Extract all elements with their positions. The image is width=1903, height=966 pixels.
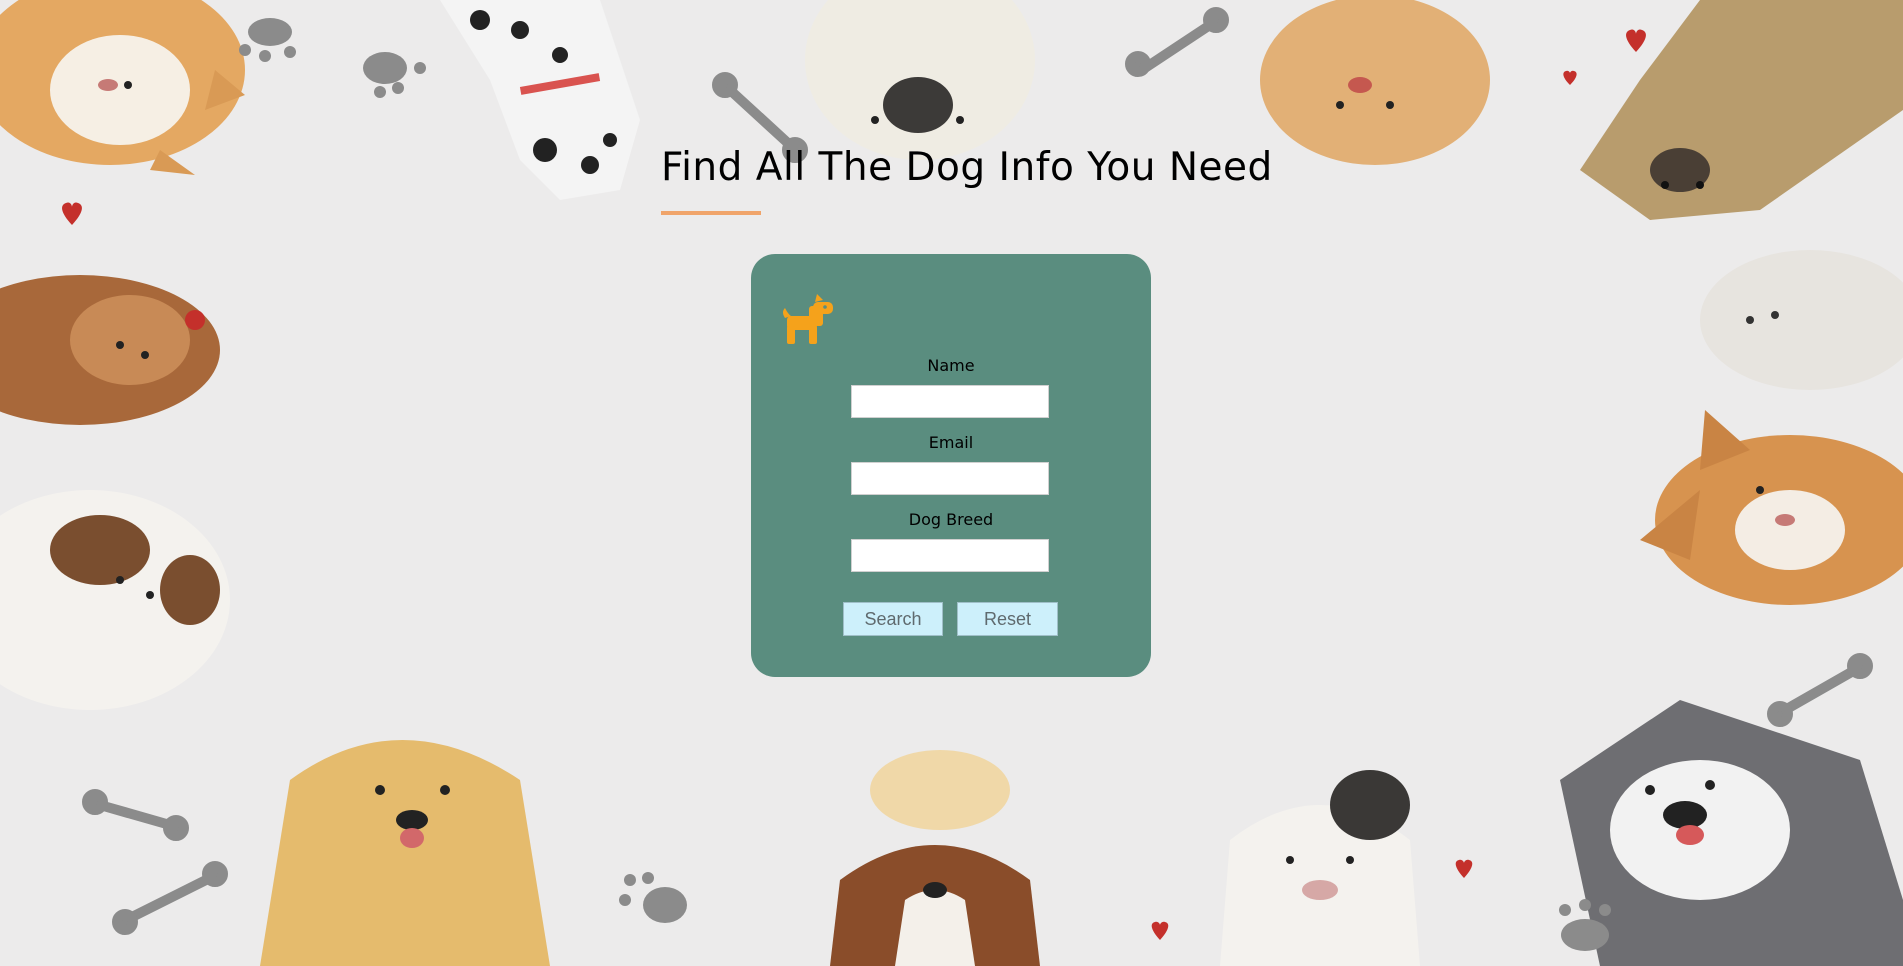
name-label: Name	[927, 356, 975, 375]
email-label: Email	[928, 433, 974, 452]
paw-print-icon	[1559, 899, 1611, 951]
dog-search-form: Name Email Dog Breed Search Reset	[751, 254, 1151, 677]
email-input[interactable]	[851, 462, 1049, 495]
dog-illustration	[1260, 0, 1490, 165]
reset-button[interactable]: Reset	[957, 602, 1058, 636]
dog-icon	[783, 294, 833, 344]
page-title: Find All The Dog Info You Need	[661, 145, 1273, 190]
title-underline	[661, 211, 761, 215]
search-button[interactable]: Search	[843, 602, 943, 636]
dog-breed-label: Dog Breed	[908, 510, 994, 529]
dog-illustration	[260, 740, 550, 966]
name-input[interactable]	[851, 385, 1049, 418]
dog-breed-input[interactable]	[851, 539, 1049, 572]
